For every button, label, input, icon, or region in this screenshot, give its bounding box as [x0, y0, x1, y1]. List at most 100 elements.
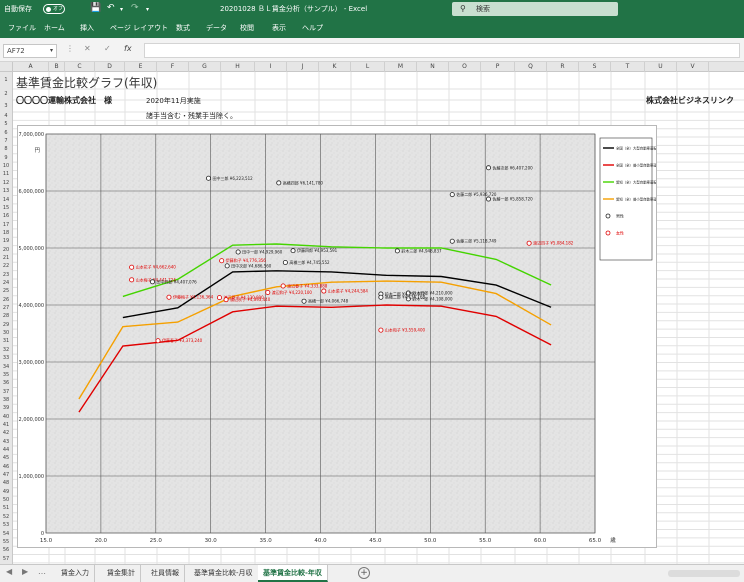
row-header[interactable]: 22: [0, 262, 12, 270]
customize-qat-icon[interactable]: ▾: [146, 6, 149, 13]
row-header[interactable]: 4: [0, 112, 12, 120]
search-box[interactable]: ⚲ 検索: [452, 2, 618, 16]
column-header[interactable]: J: [287, 62, 319, 72]
row-header[interactable]: 24: [0, 279, 12, 287]
undo-icon[interactable]: ↶: [107, 3, 115, 13]
row-header[interactable]: 25: [0, 287, 12, 295]
column-header[interactable]: H: [221, 62, 255, 72]
row-header[interactable]: 42: [0, 429, 12, 437]
column-header[interactable]: P: [481, 62, 515, 72]
column-header[interactable]: B: [49, 62, 65, 72]
row-header[interactable]: 16: [0, 212, 12, 220]
column-header[interactable]: S: [579, 62, 611, 72]
row-header[interactable]: 43: [0, 438, 12, 446]
row-header[interactable]: 9: [0, 154, 12, 162]
row-header[interactable]: 41: [0, 421, 12, 429]
column-header[interactable]: Q: [515, 62, 547, 72]
row-header[interactable]: 26: [0, 296, 12, 304]
row-header[interactable]: 10: [0, 162, 12, 170]
menu-view[interactable]: 表示: [272, 23, 286, 33]
menu-file[interactable]: ファイル: [8, 23, 36, 33]
chart-object[interactable]: 15.0 20.0 25.0 30.0 35.0 40.0 45.0 50.0 55.0 60.0…: [17, 125, 686, 548]
column-header[interactable]: V: [677, 62, 709, 72]
cancel-icon[interactable]: ✕: [84, 44, 91, 53]
sheet-tab[interactable]: 社員情報: [146, 565, 185, 582]
row-header[interactable]: 13: [0, 187, 12, 195]
row-header[interactable]: 29: [0, 321, 12, 329]
column-header[interactable]: F: [157, 62, 189, 72]
menu-page-layout[interactable]: ページ レイアウト: [110, 23, 168, 33]
row-header[interactable]: 6: [0, 129, 12, 137]
column-header[interactable]: T: [611, 62, 645, 72]
row-header[interactable]: 52: [0, 513, 12, 521]
column-header[interactable]: R: [547, 62, 579, 72]
column-header[interactable]: G: [189, 62, 221, 72]
sheet-tab[interactable]: 基準賃金比較-月収: [189, 565, 259, 582]
row-header[interactable]: 17: [0, 221, 12, 229]
autosave-toggle[interactable]: オフ: [43, 4, 65, 14]
menu-data[interactable]: データ: [206, 23, 227, 33]
horizontal-scrollbar[interactable]: [668, 570, 740, 577]
row-header[interactable]: 23: [0, 271, 12, 279]
row-header[interactable]: 1: [0, 72, 12, 89]
column-header[interactable]: N: [417, 62, 449, 72]
row-header[interactable]: 19: [0, 237, 12, 245]
column-header[interactable]: M: [385, 62, 417, 72]
save-icon[interactable]: 💾: [90, 3, 101, 13]
row-header[interactable]: 46: [0, 463, 12, 471]
row-header[interactable]: 18: [0, 229, 12, 237]
insert-function-icon[interactable]: fx: [124, 44, 132, 53]
column-header[interactable]: D: [95, 62, 125, 72]
row-header[interactable]: 3: [0, 100, 12, 112]
menu-review[interactable]: 校閲: [240, 23, 254, 33]
undo-dropdown-icon[interactable]: ▾: [120, 6, 123, 13]
row-header[interactable]: 53: [0, 521, 12, 529]
row-header[interactable]: 38: [0, 396, 12, 404]
add-sheet-button[interactable]: +: [358, 567, 370, 579]
column-header[interactable]: L: [351, 62, 385, 72]
sheet-tab[interactable]: 賃金集計: [102, 565, 141, 582]
row-header[interactable]: 7: [0, 137, 12, 145]
row-header[interactable]: 5: [0, 120, 12, 128]
row-header[interactable]: 36: [0, 379, 12, 387]
row-header[interactable]: 12: [0, 179, 12, 187]
row-header[interactable]: 50: [0, 496, 12, 504]
row-header[interactable]: 35: [0, 371, 12, 379]
row-header[interactable]: 32: [0, 346, 12, 354]
row-header[interactable]: 20: [0, 246, 12, 254]
row-header[interactable]: 47: [0, 471, 12, 479]
column-header[interactable]: K: [319, 62, 351, 72]
row-header[interactable]: 39: [0, 404, 12, 412]
menu-home[interactable]: ホーム: [44, 23, 65, 33]
column-header[interactable]: C: [65, 62, 95, 72]
row-header[interactable]: 34: [0, 363, 12, 371]
row-header[interactable]: 55: [0, 538, 12, 546]
sheet-tab[interactable]: 賃金入力: [56, 565, 95, 582]
row-header[interactable]: 33: [0, 354, 12, 362]
column-header[interactable]: O: [449, 62, 481, 72]
row-header[interactable]: 56: [0, 546, 12, 554]
formula-input[interactable]: [144, 43, 740, 58]
enter-icon[interactable]: ✓: [104, 44, 111, 53]
row-header[interactable]: 28: [0, 312, 12, 320]
name-box[interactable]: AF72 ▾: [3, 44, 57, 58]
row-header[interactable]: 27: [0, 304, 12, 312]
menu-insert[interactable]: 挿入: [80, 23, 94, 33]
row-header[interactable]: 14: [0, 196, 12, 204]
row-header[interactable]: 31: [0, 337, 12, 345]
row-header[interactable]: 49: [0, 488, 12, 496]
row-header[interactable]: 51: [0, 504, 12, 512]
menu-formulas[interactable]: 数式: [176, 23, 190, 33]
row-header[interactable]: 21: [0, 254, 12, 262]
column-header[interactable]: E: [125, 62, 157, 72]
row-header[interactable]: 30: [0, 329, 12, 337]
scroll-left-icon[interactable]: ◀: [6, 567, 12, 576]
row-header[interactable]: 45: [0, 454, 12, 462]
select-all-button[interactable]: [0, 62, 13, 72]
menu-help[interactable]: ヘルプ: [302, 23, 323, 33]
row-header[interactable]: 57: [0, 555, 12, 563]
row-header[interactable]: 8: [0, 145, 12, 153]
row-header[interactable]: 2: [0, 89, 12, 100]
row-header[interactable]: 37: [0, 388, 12, 396]
column-header[interactable]: I: [255, 62, 287, 72]
